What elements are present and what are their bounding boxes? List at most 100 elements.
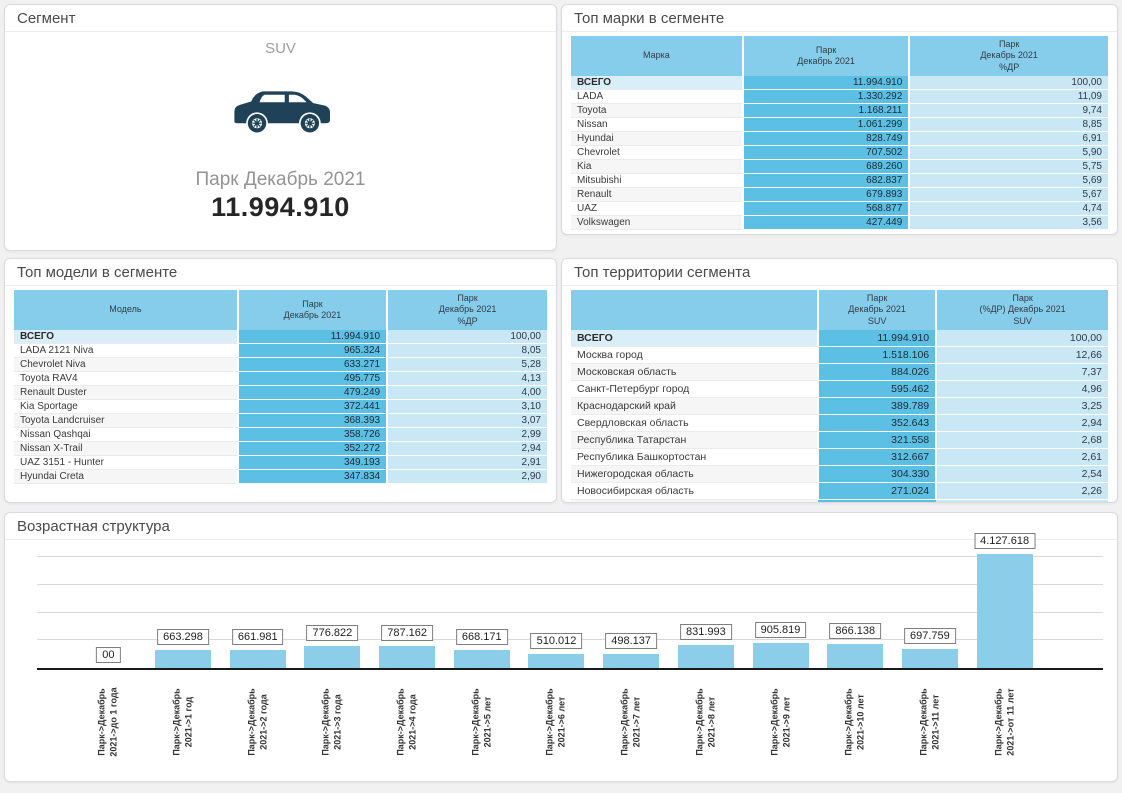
- park-value-cell[interactable]: 595.462: [817, 380, 937, 399]
- park-value-cell[interactable]: 271.024: [817, 482, 937, 501]
- share-value-cell[interactable]: 100,00: [386, 329, 547, 345]
- table-row[interactable]: Volkswagen 427.449 3,56: [571, 215, 1108, 231]
- share-value-cell[interactable]: 4,74: [908, 201, 1108, 217]
- table-row[interactable]: Nissan Qashqai 358.726 2,99: [14, 427, 547, 443]
- table-row[interactable]: LADA 2121 Niva 965.324 8,05: [14, 343, 547, 359]
- table-row[interactable]: Свердловская область 352.643 2,94: [571, 414, 1108, 433]
- share-value-cell[interactable]: 3,25: [935, 397, 1108, 416]
- row-label-cell[interactable]: ВСЕГО: [571, 329, 819, 348]
- share-value-cell[interactable]: 5,75: [908, 159, 1108, 175]
- row-label-cell[interactable]: Toyota: [571, 103, 743, 119]
- park-value-cell[interactable]: 682.837: [741, 173, 910, 189]
- row-label-cell[interactable]: Hyundai Creta: [14, 469, 238, 485]
- row-label-cell[interactable]: LADA: [571, 89, 743, 105]
- share-value-cell[interactable]: 3,07: [386, 413, 547, 429]
- park-value-cell[interactable]: 479.249: [236, 385, 388, 401]
- age-bar[interactable]: [827, 644, 884, 668]
- age-bar[interactable]: [304, 646, 361, 668]
- table-row[interactable]: Санкт-Петербург город 595.462 4,96: [571, 380, 1108, 399]
- park-value-cell[interactable]: 1.061.299: [741, 117, 910, 133]
- table-row[interactable]: Нижегородская область 304.330 2,54: [571, 465, 1108, 484]
- models-table[interactable]: Модель Парк Декабрь 2021 Парк Декабрь 2021…: [14, 290, 547, 485]
- row-label-cell[interactable]: UAZ 3151 - Hunter: [14, 455, 238, 471]
- park-value-cell[interactable]: 1.330.292: [741, 89, 910, 105]
- row-label-cell[interactable]: Nissan X-Trail: [14, 441, 238, 457]
- share-value-cell[interactable]: 3,56: [908, 215, 1108, 231]
- row-label-cell[interactable]: Краснодарский край: [571, 397, 819, 416]
- share-value-cell[interactable]: 2,61: [935, 448, 1108, 467]
- table-row[interactable]: Hyundai Creta 347.834 2,90: [14, 469, 547, 485]
- row-label-cell[interactable]: Toyota Landcruiser: [14, 413, 238, 429]
- park-value-cell[interactable]: 304.330: [817, 465, 937, 484]
- share-value-cell[interactable]: 11,09: [908, 89, 1108, 105]
- row-label-cell[interactable]: Санкт-Петербург город: [571, 380, 819, 399]
- share-value-cell[interactable]: 4,00: [386, 385, 547, 401]
- table-row[interactable]: Республика Татарстан 321.558 2,68: [571, 431, 1108, 450]
- age-bar[interactable]: [603, 654, 660, 668]
- row-label-cell[interactable]: ВСЕГО: [571, 75, 743, 91]
- table-row[interactable]: Chevrolet 707.502 5,90: [571, 145, 1108, 161]
- row-label-cell[interactable]: Московская область: [571, 363, 819, 382]
- row-label-cell[interactable]: Chevrolet: [571, 145, 743, 161]
- park-value-cell[interactable]: 1.518.106: [817, 346, 937, 365]
- table-row[interactable]: Toyota Landcruiser 368.393 3,07: [14, 413, 547, 429]
- table-row[interactable]: ВСЕГО 11.994.910 100,00: [14, 329, 547, 345]
- table-row[interactable]: Краснодарский край 389.789 3,25: [571, 397, 1108, 416]
- row-label-cell[interactable]: LADA 2121 Niva: [14, 343, 238, 359]
- brands-table[interactable]: Марка Парк Декабрь 2021 Парк Декабрь 2021 …: [571, 36, 1108, 231]
- share-value-cell[interactable]: 5,90: [908, 145, 1108, 161]
- share-value-cell[interactable]: 100,00: [935, 329, 1108, 348]
- park-value-cell[interactable]: 352.272: [236, 441, 388, 457]
- row-label-cell[interactable]: Mitsubishi: [571, 173, 743, 189]
- row-label-cell[interactable]: Kia: [571, 159, 743, 175]
- row-label-cell[interactable]: Kia Sportage: [14, 399, 238, 415]
- row-label-cell[interactable]: Volkswagen: [571, 215, 743, 231]
- row-label-cell[interactable]: Nissan: [571, 117, 743, 133]
- share-value-cell[interactable]: 3,10: [386, 399, 547, 415]
- age-bar[interactable]: [229, 649, 286, 668]
- park-value-cell[interactable]: 495.775: [236, 371, 388, 387]
- table-row[interactable]: Республика Башкортостан 312.667 2,61: [571, 448, 1108, 467]
- share-value-cell[interactable]: 2,68: [935, 431, 1108, 450]
- share-value-cell[interactable]: 2,54: [935, 465, 1108, 484]
- share-value-cell[interactable]: 100,00: [908, 75, 1108, 91]
- age-bar[interactable]: [379, 646, 436, 668]
- share-value-cell[interactable]: 9,74: [908, 103, 1108, 119]
- park-value-cell[interactable]: 828.749: [741, 131, 910, 147]
- share-value-cell[interactable]: 6,91: [908, 131, 1108, 147]
- share-value-cell[interactable]: 8,05: [386, 343, 547, 359]
- age-bar[interactable]: [901, 648, 958, 668]
- park-value-cell[interactable]: 11.994.910: [817, 329, 937, 348]
- park-value-cell[interactable]: 389.789: [817, 397, 937, 416]
- park-value-cell[interactable]: 321.558: [817, 431, 937, 450]
- row-label-cell[interactable]: Renault: [571, 187, 743, 203]
- share-value-cell[interactable]: 4,96: [935, 380, 1108, 399]
- table-row[interactable]: Mitsubishi 682.837 5,69: [571, 173, 1108, 189]
- park-value-cell[interactable]: 347.834: [236, 469, 388, 485]
- row-label-cell[interactable]: Toyota RAV4: [14, 371, 238, 387]
- park-value-cell[interactable]: 633.271: [236, 357, 388, 373]
- row-label-cell[interactable]: Chevrolet Niva: [14, 357, 238, 373]
- table-row[interactable]: Kia 689.260 5,75: [571, 159, 1108, 175]
- park-value-cell[interactable]: 358.726: [236, 427, 388, 443]
- table-row[interactable]: Московская область 884.026 7,37: [571, 363, 1108, 382]
- park-value-cell[interactable]: 427.449: [741, 215, 910, 231]
- share-value-cell[interactable]: 2,94: [386, 441, 547, 457]
- row-label-cell[interactable]: Республика Башкортостан: [571, 448, 819, 467]
- park-value-cell[interactable]: 349.193: [236, 455, 388, 471]
- park-value-cell[interactable]: 707.502: [741, 145, 910, 161]
- park-value-cell[interactable]: 1.168.211: [741, 103, 910, 119]
- share-value-cell[interactable]: 12,66: [935, 346, 1108, 365]
- row-label-cell[interactable]: UAZ: [571, 201, 743, 217]
- table-row[interactable]: Toyota RAV4 495.775 4,13: [14, 371, 547, 387]
- share-value-cell[interactable]: 2,99: [386, 427, 547, 443]
- park-value-cell[interactable]: 11.994.910: [741, 75, 910, 91]
- park-value-cell[interactable]: 312.667: [817, 448, 937, 467]
- row-label-cell[interactable]: Свердловская область: [571, 414, 819, 433]
- row-label-cell[interactable]: ВСЕГО: [14, 329, 238, 345]
- park-value-cell[interactable]: 372.441: [236, 399, 388, 415]
- share-value-cell[interactable]: 5,28: [386, 357, 547, 373]
- row-label-cell[interactable]: Hyundai: [571, 131, 743, 147]
- age-bar[interactable]: [155, 649, 212, 668]
- age-bar[interactable]: [677, 644, 734, 668]
